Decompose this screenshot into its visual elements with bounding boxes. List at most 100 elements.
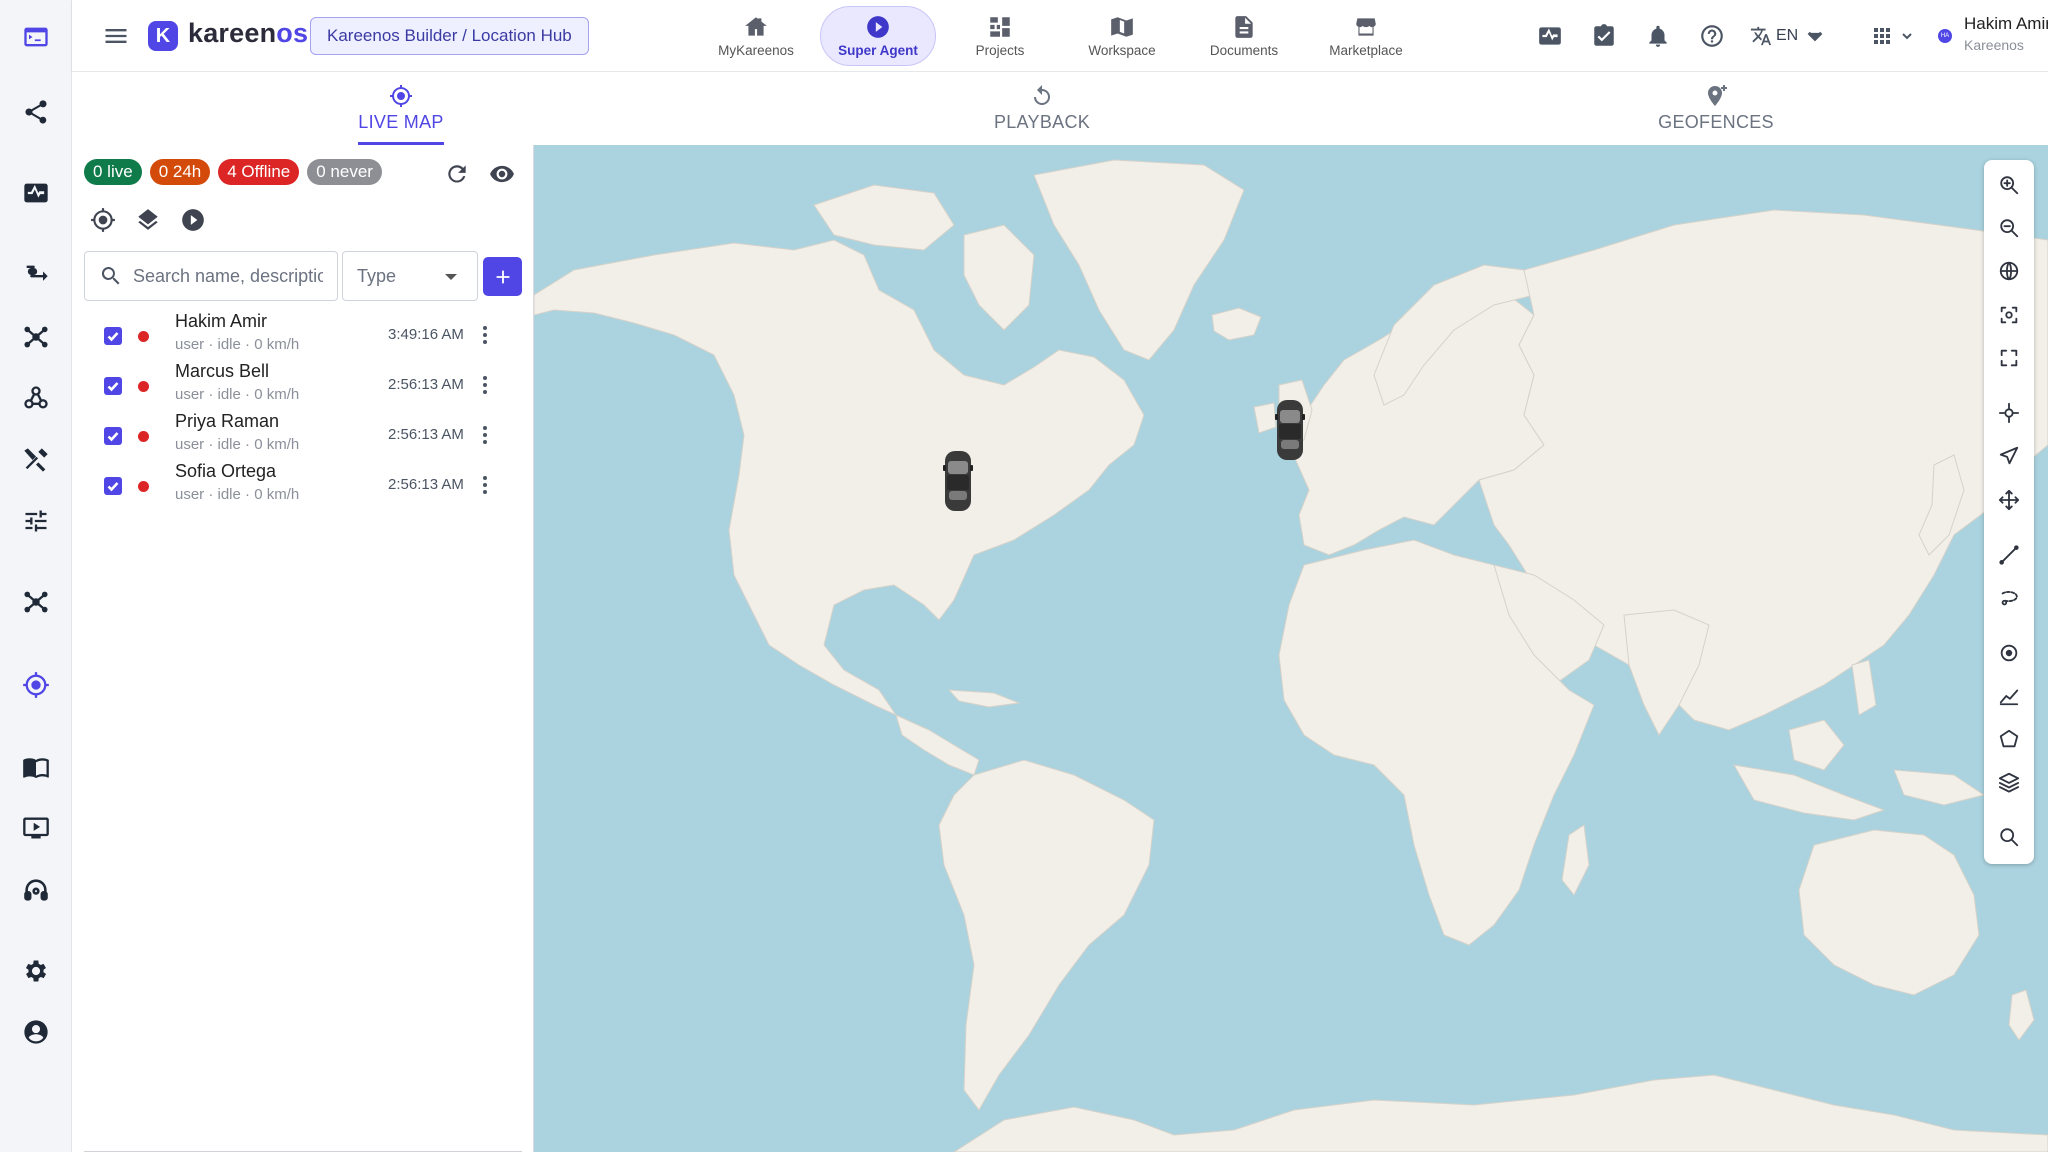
play-circle-icon: [867, 16, 889, 38]
status-badge-live[interactable]: 0 live: [84, 159, 142, 185]
last-seen-time: 2:56:13 AM: [388, 476, 464, 493]
more-options-icon[interactable]: [478, 473, 492, 497]
locate-me-icon[interactable]: [88, 205, 118, 235]
live-map[interactable]: [534, 145, 2048, 1152]
sliders-icon[interactable]: [16, 501, 56, 541]
search-box: [84, 251, 338, 301]
apps-launcher[interactable]: [1870, 24, 1914, 48]
nav-documents[interactable]: Documents: [1186, 6, 1302, 66]
lasso-icon[interactable]: [1996, 585, 2022, 611]
nav-projects[interactable]: Projects: [942, 6, 1058, 66]
location-target-icon[interactable]: [16, 665, 56, 705]
book-icon[interactable]: [16, 747, 56, 787]
tools-icon[interactable]: [16, 440, 56, 480]
layers-icon[interactable]: [1996, 769, 2022, 795]
notification-bell-icon[interactable]: [1642, 20, 1674, 52]
activity-monitor-icon[interactable]: [1534, 20, 1566, 52]
workspace-icon: [1111, 17, 1133, 37]
view-tabs: LIVE MAP PLAYBACK GEOFENCES: [72, 72, 2048, 145]
land-south-america: [938, 759, 1155, 1111]
webhook-icon[interactable]: [16, 378, 56, 418]
chevron-down-icon: [1807, 31, 1823, 42]
more-options-icon[interactable]: [478, 323, 492, 347]
measure-line-icon[interactable]: [1996, 542, 2022, 568]
chart-line-icon[interactable]: [1996, 683, 2022, 709]
share-icon[interactable]: [16, 92, 56, 132]
search-zoom-icon[interactable]: [1996, 824, 2022, 850]
visibility-eye-icon[interactable]: [487, 159, 517, 189]
network-icon[interactable]: [16, 317, 56, 357]
map-toolbar: [1984, 160, 2034, 864]
vehicle-marker-europe[interactable]: [1275, 396, 1305, 464]
play-circle-icon[interactable]: [178, 205, 208, 235]
more-options-icon[interactable]: [478, 373, 492, 397]
list-item[interactable]: Marcus Bell user · idle · 0 km/h 2:56:13…: [72, 361, 534, 411]
user-name: Hakim Amir: [1964, 14, 2048, 33]
refresh-icon[interactable]: [442, 159, 472, 189]
nav-mykareenos[interactable]: MyKareenos: [698, 6, 814, 66]
brand-logo[interactable]: K: [148, 21, 178, 51]
tab-live-map[interactable]: LIVE MAP: [358, 72, 444, 145]
translate-icon: [1750, 26, 1772, 46]
zoom-in-icon[interactable]: [1996, 172, 2022, 198]
type-filter-label: Type: [357, 265, 397, 286]
status-dot: [138, 331, 149, 342]
row-checkbox[interactable]: [104, 377, 122, 395]
row-checkbox[interactable]: [104, 477, 122, 495]
land-australia: [1798, 829, 1980, 996]
pan-icon[interactable]: [1996, 487, 2022, 513]
row-checkbox[interactable]: [104, 327, 122, 345]
point-icon[interactable]: [1996, 640, 2022, 666]
status-badge-offline[interactable]: 4 Offline: [218, 159, 300, 185]
land-ireland: [1253, 402, 1277, 434]
language-selector[interactable]: EN: [1750, 25, 1830, 47]
type-filter-select[interactable]: Type: [342, 251, 478, 301]
breadcrumb[interactable]: Kareenos Builder / Location Hub: [310, 17, 589, 55]
layers-icon[interactable]: [133, 205, 163, 235]
last-seen-time: 3:49:16 AM: [388, 326, 464, 343]
nav-workspace[interactable]: Workspace: [1064, 6, 1180, 66]
integration-icon[interactable]: [16, 255, 56, 295]
polygon-icon[interactable]: [1996, 726, 2022, 752]
geofence-pin-icon: [1708, 85, 1727, 106]
list-item[interactable]: Hakim Amir user · idle · 0 km/h 3:49:16 …: [72, 311, 534, 361]
user-status-detail: user · idle · 0 km/h: [175, 386, 300, 403]
list-item[interactable]: Sofia Ortega user · idle · 0 km/h 2:56:1…: [72, 461, 534, 511]
add-user-button[interactable]: [483, 257, 522, 296]
settings-gear-icon[interactable]: [16, 951, 56, 991]
more-options-icon[interactable]: [478, 423, 492, 447]
user-status-detail: user · idle · 0 km/h: [175, 336, 300, 353]
main-nav: MyKareenos Super Agent Projects Workspac…: [698, 6, 1424, 66]
fullscreen-icon[interactable]: [1996, 345, 2022, 371]
tracking-panel: 0 live 0 24h 4 Offline 0 never Type Haki…: [72, 145, 534, 1152]
menu-hamburger-icon[interactable]: [102, 22, 130, 50]
nav-super-agent[interactable]: Super Agent: [820, 6, 936, 66]
land-iceland: [1211, 307, 1262, 341]
globe-icon[interactable]: [1996, 258, 2022, 284]
hub-icon[interactable]: [16, 582, 56, 622]
status-badge-never[interactable]: 0 never: [307, 159, 382, 185]
zoom-out-icon[interactable]: [1996, 215, 2022, 241]
home-icon: [745, 17, 767, 36]
navigate-icon[interactable]: [1996, 443, 2022, 469]
search-input[interactable]: [133, 265, 323, 287]
terminal-icon[interactable]: [16, 17, 56, 57]
last-seen-time: 2:56:13 AM: [388, 426, 464, 443]
brand-name[interactable]: kareenos: [188, 18, 308, 49]
focus-icon[interactable]: [1996, 302, 2022, 328]
row-checkbox[interactable]: [104, 427, 122, 445]
help-question-icon[interactable]: [1696, 20, 1728, 52]
user-menu[interactable]: HA Hakim Amir Kareenos: [1938, 12, 2048, 58]
status-badge-24h[interactable]: 0 24h: [149, 159, 211, 185]
video-play-icon[interactable]: [16, 808, 56, 848]
crosshair-icon[interactable]: [1996, 400, 2022, 426]
vehicle-marker-north-america[interactable]: [943, 447, 973, 515]
support-headset-icon[interactable]: [16, 870, 56, 910]
nav-marketplace[interactable]: Marketplace: [1308, 6, 1424, 66]
list-item[interactable]: Priya Raman user · idle · 0 km/h 2:56:13…: [72, 411, 534, 461]
account-circle-icon[interactable]: [16, 1012, 56, 1052]
tab-geofences[interactable]: GEOFENCES: [1656, 72, 1776, 145]
monitor-pulse-icon[interactable]: [16, 173, 56, 213]
tab-playback[interactable]: PLAYBACK: [990, 72, 1094, 145]
task-clipboard-icon[interactable]: [1588, 20, 1620, 52]
